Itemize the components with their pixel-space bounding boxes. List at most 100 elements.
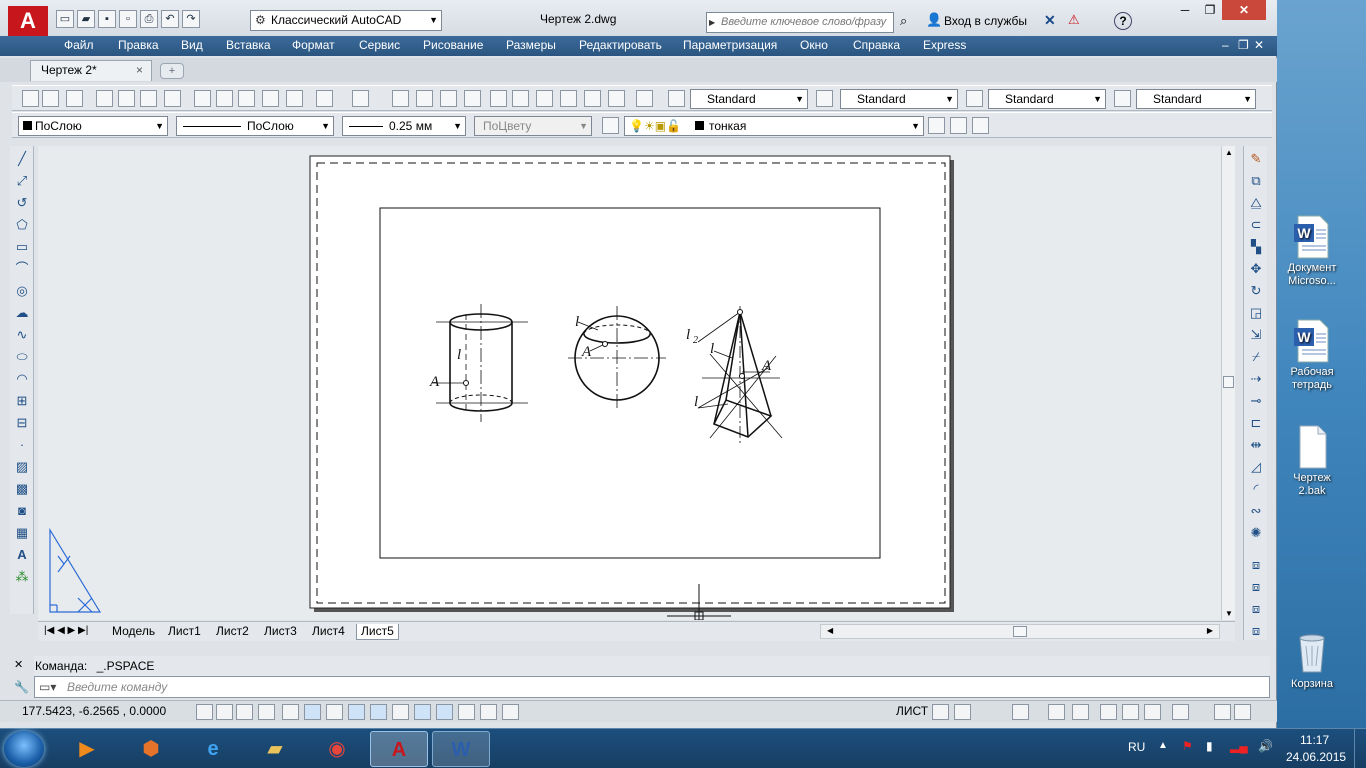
ellipse-icon[interactable]: ⬭ — [13, 348, 31, 366]
match-properties-icon[interactable] — [286, 90, 303, 107]
menu-modify[interactable]: Редактировать — [579, 38, 662, 52]
desktop-icon-document[interactable]: W Документ Microso... — [1280, 214, 1344, 288]
arc-icon[interactable]: ⌒ — [13, 260, 31, 278]
tab-sheet5[interactable]: Лист5 — [356, 624, 399, 640]
properties-icon[interactable] — [490, 90, 507, 107]
layer-properties-icon[interactable] — [602, 117, 619, 134]
insert-block-icon[interactable]: ⊞ — [13, 392, 31, 410]
menu-insert[interactable]: Вставка — [226, 38, 271, 52]
quick-view-layouts-icon[interactable] — [932, 704, 949, 720]
add-selected-icon[interactable]: ⁂ — [13, 568, 31, 586]
scroll-up-icon[interactable]: ▲ — [1225, 148, 1233, 157]
save-as-icon[interactable]: ▫ — [119, 10, 137, 28]
annotation-scale-icon[interactable] — [1048, 704, 1065, 720]
redo-icon[interactable] — [352, 90, 369, 107]
qnew-icon[interactable] — [22, 90, 39, 107]
line-icon[interactable]: ╱ — [13, 150, 31, 168]
dim-style-icon[interactable] — [816, 90, 833, 107]
menu-file[interactable]: Файл — [64, 38, 94, 52]
preview-icon[interactable] — [118, 90, 135, 107]
infer-constraints-icon[interactable] — [196, 704, 213, 720]
gradient-icon[interactable]: ▩ — [13, 480, 31, 498]
zoom-window-icon[interactable] — [440, 90, 457, 107]
tab-sheet4[interactable]: Лист4 — [308, 624, 349, 640]
hardware-acceleration-icon[interactable] — [1144, 704, 1161, 720]
mleader-style-icon[interactable] — [1114, 90, 1131, 107]
workspace-select[interactable]: Классический AutoCAD ▼ — [250, 10, 442, 31]
undo-icon[interactable]: ↶ — [161, 10, 179, 28]
snap-mode-icon[interactable] — [216, 704, 233, 720]
chamfer-icon[interactable]: ◿ — [1247, 458, 1265, 476]
dynamic-ucs-icon[interactable] — [370, 704, 387, 720]
text-style-select[interactable]: Standard ▼ — [690, 89, 808, 109]
scroll-left-icon[interactable]: ◀ — [827, 626, 833, 635]
close-button[interactable]: ✕ — [1222, 0, 1266, 20]
rectangle-icon[interactable]: ▭ — [13, 238, 31, 256]
break-at-point-icon[interactable]: ⊸ — [1247, 392, 1265, 410]
layer-previous-icon[interactable] — [950, 117, 967, 134]
menu-view[interactable]: Вид — [181, 38, 203, 52]
internet-explorer-icon[interactable]: e — [184, 731, 242, 767]
extend-icon[interactable]: ⇢ — [1247, 370, 1265, 388]
drawing-canvas[interactable]: l A l A l 2 l l A — [38, 146, 1221, 620]
app-installer-icon[interactable]: ⬢ — [122, 731, 180, 767]
battery-icon[interactable]: ▮ — [1206, 739, 1213, 753]
fillet-icon[interactable]: ◜ — [1247, 480, 1265, 498]
bring-above-icon[interactable]: ⧈ — [1247, 622, 1265, 640]
scroll-right-icon[interactable]: ▶ — [1207, 626, 1213, 635]
erase-icon[interactable]: ✎ — [1247, 150, 1265, 168]
plot-icon[interactable] — [96, 90, 113, 107]
ortho-mode-icon[interactable] — [258, 704, 275, 720]
draworder-icon[interactable]: ⧈ — [1247, 556, 1265, 574]
redo-icon[interactable]: ↷ — [182, 10, 200, 28]
desktop-icon-workbook[interactable]: W Рабочая тетрадь — [1280, 318, 1344, 392]
hatch-icon[interactable]: ▨ — [13, 458, 31, 476]
quick-view-drawings-icon[interactable] — [954, 704, 971, 720]
autodesk-360-icon[interactable]: ⚠ — [1068, 12, 1080, 28]
menu-parametric[interactable]: Параметризация — [683, 38, 777, 52]
mirror-icon[interactable]: ⧋ — [1247, 194, 1265, 212]
volume-icon[interactable]: 🔊 — [1258, 739, 1273, 753]
ellipse-arc-icon[interactable]: ◠ — [13, 370, 31, 388]
show-hidden-icons[interactable]: ▲ — [1158, 740, 1168, 751]
menu-dimension[interactable]: Размеры — [506, 38, 556, 52]
send-to-back-icon[interactable]: ⧈ — [1247, 600, 1265, 618]
array-icon[interactable]: ▚ — [1247, 238, 1265, 256]
new-icon[interactable]: ▭ — [56, 10, 74, 28]
color-select[interactable]: ПоСлою ▼ — [18, 116, 168, 136]
clock-date[interactable]: 24.06.2015 — [1286, 750, 1346, 764]
join-icon[interactable]: ⇹ — [1247, 436, 1265, 454]
cut-icon[interactable] — [194, 90, 211, 107]
lineweight-select[interactable]: 0.25 мм ▼ — [342, 116, 466, 136]
isolate-objects-icon[interactable] — [1172, 704, 1189, 720]
undo-icon[interactable] — [316, 90, 333, 107]
dynamic-input-icon[interactable] — [392, 704, 409, 720]
plot-icon[interactable]: ⎙ — [140, 10, 158, 28]
selection-cycling-icon[interactable] — [480, 704, 497, 720]
show-desktop-button[interactable] — [1354, 729, 1366, 768]
grid-display-icon[interactable] — [236, 704, 253, 720]
tab-drawing-2[interactable]: Чертеж 2* × — [30, 60, 152, 81]
polar-tracking-icon[interactable] — [282, 704, 299, 720]
object-snap-tracking-icon[interactable] — [348, 704, 365, 720]
tab-sheet1[interactable]: Лист1 — [164, 624, 205, 640]
tab-sheet3[interactable]: Лист3 — [260, 624, 301, 640]
polyline-icon[interactable]: ↺ — [13, 194, 31, 212]
search-binoculars-icon[interactable]: ⌕ — [900, 13, 907, 29]
annotation-visibility-icon[interactable] — [1072, 704, 1089, 720]
first-tab-icon[interactable]: |◀ ◀ ▶ ▶| — [44, 625, 88, 636]
maximize-viewport-icon[interactable] — [1012, 704, 1029, 720]
save-icon[interactable]: ▪ — [98, 10, 116, 28]
media-player-icon[interactable]: ▶ — [58, 731, 116, 767]
stretch-icon[interactable]: ⇲ — [1247, 326, 1265, 344]
copy-icon[interactable] — [216, 90, 233, 107]
language-indicator[interactable]: RU — [1128, 740, 1145, 754]
network-icon[interactable]: ▂▄ — [1230, 739, 1248, 753]
menu-edit[interactable]: Правка — [118, 38, 159, 52]
status-menu-icon[interactable] — [1214, 704, 1231, 720]
command-window-close-icon[interactable]: ✕ — [14, 658, 23, 671]
scroll-thumb[interactable] — [1223, 376, 1234, 388]
mleader-style-select[interactable]: Standard ▼ — [1136, 89, 1256, 109]
table-icon[interactable]: ▦ — [13, 524, 31, 542]
3d-print-icon[interactable] — [164, 90, 181, 107]
